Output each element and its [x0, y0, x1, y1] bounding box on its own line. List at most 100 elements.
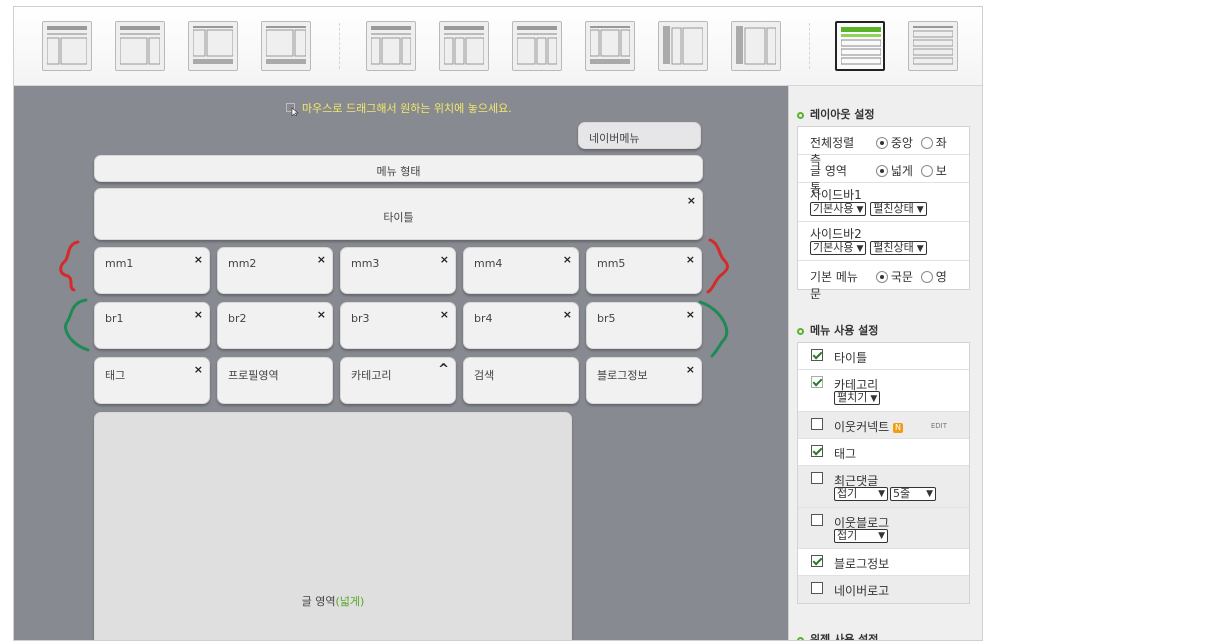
widget-label: br3: [351, 312, 370, 325]
layout-template-4[interactable]: [261, 21, 311, 71]
sidebar2-state-select[interactable]: 펼친상태 ▼: [870, 241, 927, 255]
recent-comments-lines-select[interactable]: 5줄 ▼: [890, 487, 936, 501]
menu-template-selected[interactable]: [835, 21, 885, 71]
widget-profile[interactable]: 프로필영역: [217, 357, 333, 404]
neighbor-connect-checkbox[interactable]: [811, 418, 823, 430]
widget-br1[interactable]: br1 ×: [94, 302, 210, 349]
recent-comments-checkbox[interactable]: [811, 472, 823, 484]
layout-template-6[interactable]: [439, 21, 489, 71]
menu-item-label: 네이버로고: [834, 584, 890, 598]
menu-template-2[interactable]: [908, 21, 958, 71]
close-icon[interactable]: ×: [563, 253, 572, 266]
menu-row-blog-info: 블로그정보: [798, 549, 969, 576]
widget-category[interactable]: 카테고리 ^: [340, 357, 456, 404]
sidebar1-state-select[interactable]: 펼친상태 ▼: [870, 202, 927, 216]
layout-template-1[interactable]: [42, 21, 92, 71]
naver-logo-checkbox[interactable]: [811, 582, 823, 594]
widget-label: 프로필영역: [228, 369, 279, 382]
layout-template-7[interactable]: [512, 21, 562, 71]
select-value: 펼치기: [837, 391, 868, 404]
close-icon[interactable]: ×: [686, 308, 695, 321]
close-icon[interactable]: ×: [194, 308, 203, 321]
select-value: 기본사용: [813, 202, 854, 215]
blog-info-checkbox[interactable]: [811, 555, 823, 567]
widget-mm3[interactable]: mm3 ×: [340, 247, 456, 294]
content-wide-label: 넓게: [890, 164, 913, 178]
layout-template-5[interactable]: [366, 21, 416, 71]
neighbor-blog-checkbox[interactable]: [811, 514, 823, 526]
category-checkbox[interactable]: [811, 376, 823, 388]
layout-template-3[interactable]: [188, 21, 238, 71]
content-normal-radio[interactable]: [920, 165, 933, 177]
content-area-text: 글 영역: [301, 595, 336, 608]
collapse-icon[interactable]: ^: [438, 362, 449, 377]
content-area-block[interactable]: 글 영역(넓게): [94, 412, 572, 640]
close-icon[interactable]: ×: [563, 308, 572, 321]
align-label: 전체정렬: [810, 136, 855, 150]
widget-search[interactable]: 검색: [463, 357, 579, 404]
content-wide-radio[interactable]: [875, 165, 888, 177]
menu-type-block[interactable]: 메뉴 형태: [94, 155, 703, 182]
close-icon[interactable]: ×: [194, 363, 203, 376]
layout-template-toolbar: [14, 7, 982, 86]
widget-label: br1: [105, 312, 124, 325]
layout-template-9[interactable]: [658, 21, 708, 71]
tag-checkbox[interactable]: [811, 445, 823, 457]
chevron-down-icon: ▼: [878, 489, 885, 499]
close-icon[interactable]: ×: [317, 308, 326, 321]
close-icon[interactable]: ×: [317, 253, 326, 266]
neighbor-blog-fold-select[interactable]: 접기 ▼: [834, 529, 888, 543]
title-block[interactable]: 타이틀 ×: [94, 188, 703, 240]
content-width-label: 글 영역: [810, 164, 847, 178]
chevron-down-icon: ▼: [916, 205, 924, 215]
recent-comments-fold-select[interactable]: 접기 ▼: [834, 487, 888, 501]
widget-br5[interactable]: br5 ×: [586, 302, 702, 349]
widget-label: br4: [474, 312, 493, 325]
widget-label: 검색: [474, 369, 495, 382]
widget-mm4[interactable]: mm4 ×: [463, 247, 579, 294]
edit-link[interactable]: EDIT: [931, 422, 947, 430]
title-checkbox[interactable]: [811, 349, 823, 361]
widget-br3[interactable]: br3 ×: [340, 302, 456, 349]
sidebar2-use-select[interactable]: 기본사용 ▼: [810, 241, 867, 255]
basic-menu-en-radio[interactable]: [920, 271, 933, 283]
align-center-radio[interactable]: [875, 137, 888, 149]
widget-blog-info[interactable]: 블로그정보 ×: [586, 357, 702, 404]
content-area-label: 글 영역(넓게): [95, 593, 571, 609]
close-icon[interactable]: ×: [686, 363, 695, 376]
close-icon[interactable]: ×: [440, 253, 449, 266]
layout-template-8[interactable]: [585, 21, 635, 71]
select-value: 5줄: [893, 487, 911, 500]
align-left-radio[interactable]: [920, 137, 933, 149]
widget-label: mm5: [597, 257, 626, 270]
basic-menu-kr-radio[interactable]: [875, 271, 888, 283]
layout-editor: 마우스로 드래그해서 원하는 위치에 놓으세요. 네이버메뉴 메뉴 형태 타이틀…: [13, 6, 983, 641]
red-right-brace-annotation: [706, 238, 729, 294]
widget-tag[interactable]: 태그 ×: [94, 357, 210, 404]
layout-template-10[interactable]: [731, 21, 781, 71]
section-bullet-icon: [797, 111, 804, 119]
widget-label: mm4: [474, 257, 503, 270]
widget-mm5[interactable]: mm5 ×: [586, 247, 702, 294]
category-mode-select[interactable]: 펼치기 ▼: [834, 391, 881, 405]
widget-br2[interactable]: br2 ×: [217, 302, 333, 349]
naver-menu-block[interactable]: 네이버메뉴: [578, 122, 701, 149]
menu-row-tag: 태그: [798, 439, 969, 466]
red-left-brace-annotation: [59, 240, 80, 292]
widget-label: 카테고리: [351, 369, 392, 382]
close-icon[interactable]: ×: [687, 194, 696, 207]
select-value: 접기: [837, 487, 858, 500]
drag-cursor-icon: [286, 102, 299, 117]
layout-template-2[interactable]: [115, 21, 165, 71]
widget-br4[interactable]: br4 ×: [463, 302, 579, 349]
basic-menu-row: 기본 메뉴 국문 영문: [798, 261, 969, 301]
close-icon[interactable]: ×: [440, 308, 449, 321]
widget-mm2[interactable]: mm2 ×: [217, 247, 333, 294]
sidebar1-use-select[interactable]: 기본사용 ▼: [810, 202, 867, 216]
close-icon[interactable]: ×: [686, 253, 695, 266]
widget-mm1[interactable]: mm1 ×: [94, 247, 210, 294]
menu-item-label: 타이틀: [834, 351, 868, 365]
close-icon[interactable]: ×: [194, 253, 203, 266]
menu-row-title: 타이틀: [798, 343, 969, 370]
green-right-brace-annotation: [698, 300, 729, 358]
